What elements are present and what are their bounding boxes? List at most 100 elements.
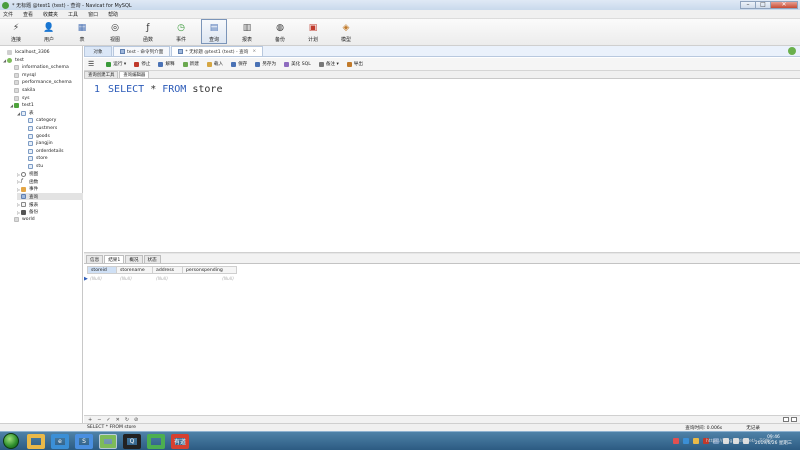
tree-node-functions[interactable]: ▷ ƒ 函数	[17, 178, 83, 185]
tree-table-goods[interactable]: goods	[24, 133, 83, 140]
tree-node-events[interactable]: ▷ 事件	[17, 186, 83, 193]
export-button[interactable]: 导出	[346, 61, 363, 67]
tree-node-tables[interactable]: ◢ 表	[17, 110, 83, 117]
menu-item-0[interactable]: 文件	[0, 11, 20, 18]
toolbar-table-button[interactable]: ▦ 表	[69, 19, 95, 44]
tray-icon-1[interactable]	[682, 438, 689, 444]
sql-editor[interactable]: 1 SELECT * FROM store	[84, 80, 800, 252]
tree-table-custmers[interactable]: custmers	[24, 125, 83, 132]
tree-db-sakila[interactable]: sakila	[10, 87, 83, 94]
beautify-sql-button[interactable]: 美化 SQL	[284, 61, 311, 67]
grid-cell[interactable]: (Null)	[117, 275, 153, 283]
toolbar-model-button[interactable]: ◈ 模型	[333, 19, 359, 44]
toolbar-report-button[interactable]: ▥ 报表	[234, 19, 260, 44]
minimize-button[interactable]: –	[740, 0, 756, 9]
tree-table-stu[interactable]: stu	[24, 163, 83, 170]
menu-item-2[interactable]: 收藏夹	[40, 11, 65, 18]
add-record-button[interactable]: +	[88, 417, 92, 423]
taskbar-navicat-icon[interactable]	[99, 433, 117, 449]
grid-view-icon[interactable]	[783, 417, 789, 422]
column-header-storeid[interactable]: storeid	[87, 266, 117, 274]
taskbar-qq-icon[interactable]: Q	[123, 434, 141, 449]
tree-node-queries[interactable]: 查询	[17, 193, 83, 201]
run-button[interactable]: 运行 ▾	[106, 61, 126, 67]
menu-item-1[interactable]: 查看	[20, 11, 40, 18]
column-header-personspending[interactable]: personspending	[183, 266, 237, 274]
connection-icon: ⚡	[12, 23, 20, 33]
save-button[interactable]: 保存	[231, 61, 247, 67]
column-header-address[interactable]: address	[153, 266, 183, 274]
stop-button[interactable]: 停止	[134, 61, 150, 67]
close-button[interactable]: ✕	[770, 0, 798, 9]
toolbar-schedule-button[interactable]: ▣ 计划	[300, 19, 326, 44]
taskbar-explorer-icon[interactable]	[27, 434, 45, 449]
save-as-button[interactable]: 另存为	[255, 61, 276, 67]
watermark: https://blog.csdn.net/...TONG	[706, 439, 773, 444]
comment-button[interactable]: 备注 ▾	[318, 61, 339, 67]
result-tab-1[interactable]: 结果1	[104, 255, 125, 263]
windows-taskbar: e S Q 有道 09:46 2019/6/26 星期三	[0, 431, 800, 450]
tree-node-label: 事件	[29, 187, 39, 193]
taskbar-wechat-icon[interactable]	[147, 434, 165, 449]
table-row[interactable]: ▶ (Null) (Null) (Null) (Null)	[84, 275, 237, 283]
menu-item-4[interactable]: 窗口	[85, 11, 105, 18]
form-view-icon[interactable]	[791, 417, 797, 422]
taskbar-youdao-icon[interactable]: 有道	[171, 434, 189, 449]
load-button[interactable]: 载入	[206, 61, 223, 67]
tree-node-reports[interactable]: ▷ 报表	[17, 201, 83, 208]
tray-icon-2[interactable]	[692, 438, 699, 444]
toolbar-query-button[interactable]: ▤ 查询	[201, 19, 227, 44]
taskbar-ie-icon[interactable]: e	[51, 434, 69, 449]
tree-node-icon	[14, 65, 19, 71]
subtab-0[interactable]: 查询创建工具	[84, 71, 119, 78]
tray-icon-0[interactable]	[672, 438, 679, 444]
save-as-icon	[255, 61, 261, 67]
tree-db-mysql[interactable]: mysql	[10, 72, 83, 79]
apply-button[interactable]: ✓	[106, 417, 110, 423]
tree-node-views[interactable]: ▷ 视图	[17, 171, 83, 178]
tree-connection-test[interactable]: ◢ test	[3, 57, 83, 64]
tree-table-store[interactable]: store	[24, 155, 83, 162]
toolbar-user-button[interactable]: 👤 用户	[36, 19, 62, 44]
new-button[interactable]: 新建	[182, 61, 199, 67]
tree-db-world[interactable]: world	[10, 216, 83, 223]
tab-document-0[interactable]: test - 命令列介面	[113, 46, 171, 56]
explain-button[interactable]: 解释	[158, 61, 175, 67]
maximize-button[interactable]: □	[755, 0, 771, 9]
tab-close-icon[interactable]: ×	[252, 49, 256, 54]
discard-button[interactable]: ✕	[116, 417, 120, 423]
beautify-sql-icon	[284, 61, 290, 67]
menu-icon[interactable]: ☰	[88, 60, 94, 68]
refresh-button[interactable]: ↻	[125, 417, 129, 423]
menu-item-5[interactable]: 帮助	[105, 11, 125, 18]
toolbar-view-button[interactable]: ◎ 视图	[102, 19, 128, 44]
column-header-storename[interactable]: storename	[117, 266, 153, 274]
result-tab-3[interactable]: 状态	[143, 255, 161, 263]
tree-db-performance-schema[interactable]: performance_schema	[10, 79, 83, 86]
grid-cell[interactable]: (Null)	[87, 275, 117, 283]
stop-query-button[interactable]: ⊘	[134, 417, 138, 423]
tree-table-category[interactable]: category	[24, 117, 83, 124]
tree-db-sys[interactable]: sys	[10, 95, 83, 102]
tree-db-information-schema[interactable]: information_schema	[10, 64, 83, 71]
delete-record-button[interactable]: −	[97, 417, 101, 423]
tree-connection-localhost[interactable]: localhost_3306	[3, 49, 83, 56]
taskbar-sogou-icon[interactable]: S	[75, 434, 93, 449]
tab-objects[interactable]: 对象	[84, 46, 112, 56]
toolbar-function-button[interactable]: ƒ 函数	[135, 19, 161, 44]
menu-item-3[interactable]: 工具	[65, 11, 85, 18]
toolbar-connection-button[interactable]: ⚡ 连接	[3, 19, 29, 44]
subtab-1[interactable]: 查询编辑器	[119, 71, 150, 78]
tree-table-orderdetails[interactable]: orderdetails	[24, 148, 83, 155]
tree-db-test1[interactable]: ◢ test1	[10, 102, 83, 109]
result-tab-2[interactable]: 概况	[125, 255, 143, 263]
toolbar-event-button[interactable]: ◷ 事件	[168, 19, 194, 44]
toolbar-backup-button[interactable]: ◍ 备份	[267, 19, 293, 44]
tree-node-backups[interactable]: ▷ 备份	[17, 209, 83, 216]
result-tab-0[interactable]: 信息	[86, 255, 104, 263]
tree-table-jiangjin[interactable]: jiangjin	[24, 140, 83, 147]
grid-cell[interactable]: (Null)	[183, 275, 237, 283]
grid-cell[interactable]: (Null)	[153, 275, 183, 283]
start-button[interactable]	[3, 433, 19, 449]
tab-document-1[interactable]: * 无标题 @test1 (test) - 查询 ×	[171, 46, 264, 56]
